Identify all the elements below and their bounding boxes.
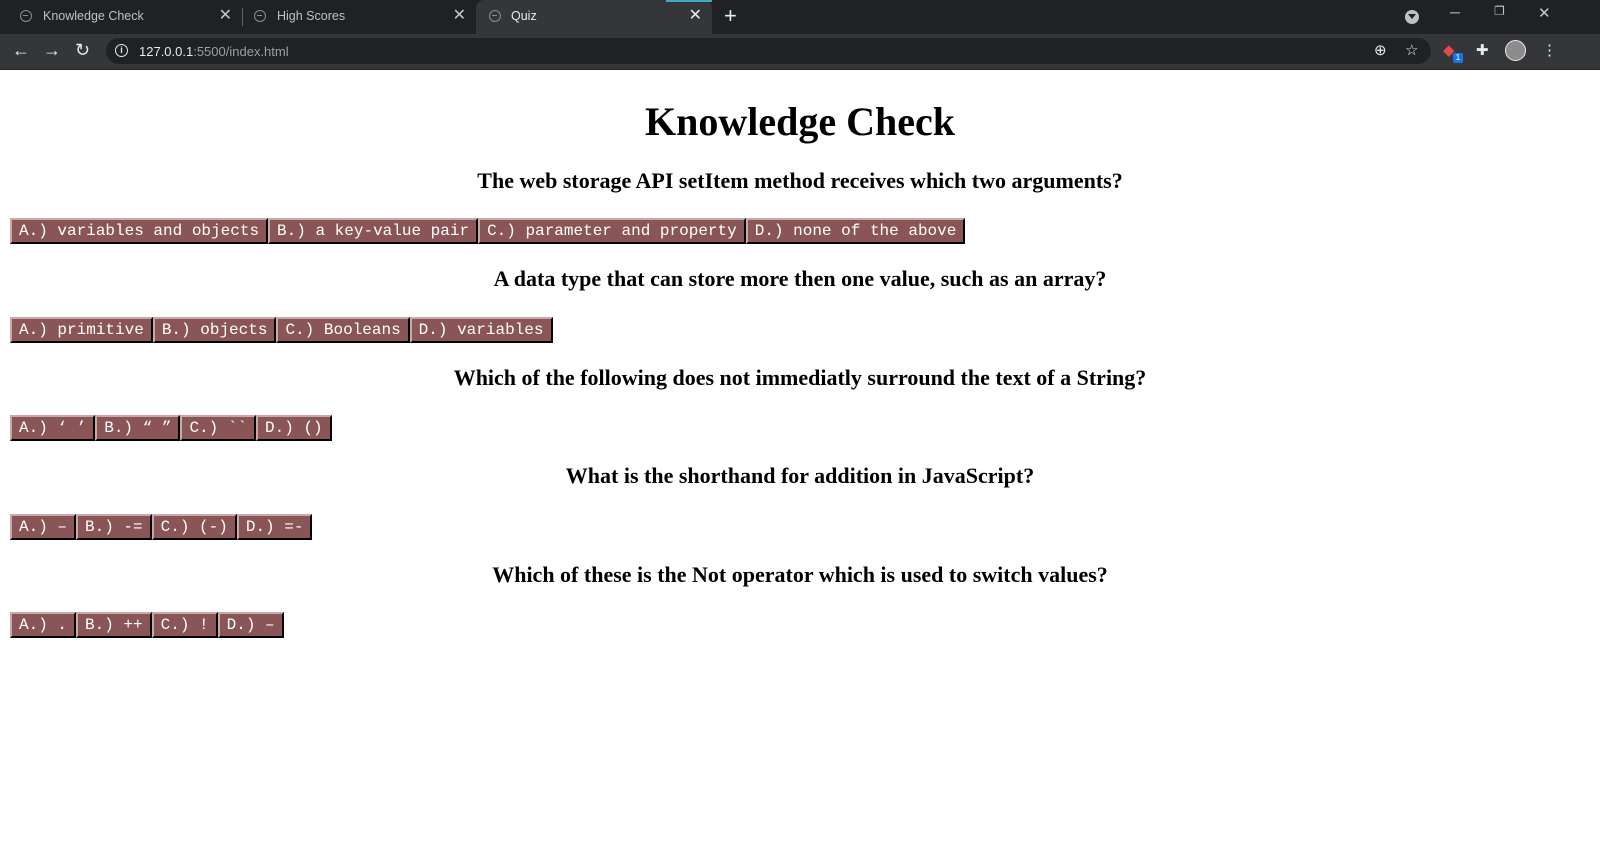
tab-loading-indicator xyxy=(666,0,712,2)
page-content: Knowledge Check The web storage API setI… xyxy=(0,70,1600,859)
tab-high-scores[interactable]: High Scores ✕ xyxy=(234,0,476,34)
answer-group-3: A.) ‘ ’ B.) “ ” C.) `` D.) () xyxy=(10,415,332,441)
answer-button[interactable]: B.) objects xyxy=(152,317,277,343)
forward-arrow-icon[interactable]: → xyxy=(43,40,61,60)
question-2: A data type that can store more then one… xyxy=(493,266,1107,291)
extension-badge: 1 xyxy=(1453,53,1463,63)
restore-icon[interactable]: ❐ xyxy=(1494,4,1505,18)
answer-button[interactable]: B.) -= xyxy=(76,514,152,540)
zoom-icon[interactable]: ⊕ xyxy=(1374,42,1387,60)
answer-button[interactable]: D.) =- xyxy=(236,514,313,540)
tab-search-icon[interactable] xyxy=(1405,10,1419,24)
back-arrow-icon[interactable]: ← xyxy=(12,40,30,60)
answer-button[interactable]: A.) . xyxy=(10,612,77,638)
star-icon[interactable]: ☆ xyxy=(1405,42,1418,60)
answer-button[interactable]: D.) – xyxy=(217,612,284,638)
answer-button[interactable]: C.) `` xyxy=(180,415,257,441)
address-bar[interactable]: i 127.0.0.1:5500/index.html xyxy=(106,38,1431,64)
puzzle-icon[interactable]: ✚ xyxy=(1476,42,1489,60)
answer-button[interactable]: C.) ! xyxy=(151,612,218,638)
answer-button[interactable]: B.) “ ” xyxy=(95,415,181,441)
tab-title: Knowledge Check xyxy=(43,9,144,23)
answer-button[interactable]: A.) primitive xyxy=(10,317,153,343)
close-icon[interactable]: ✕ xyxy=(689,7,702,25)
page-title: Knowledge Check xyxy=(645,99,955,144)
answer-button[interactable]: C.) Booleans xyxy=(276,317,410,343)
answer-button[interactable]: C.) parameter and property xyxy=(478,218,746,244)
tab-title: Quiz xyxy=(511,9,537,23)
answer-group-4: A.) – B.) -= C.) (-) D.) =- xyxy=(10,514,313,540)
url-text[interactable]: 127.0.0.1:5500/index.html xyxy=(139,44,289,59)
avatar[interactable] xyxy=(1505,40,1526,61)
reload-icon[interactable]: ↻ xyxy=(75,40,90,60)
globe-icon xyxy=(489,10,501,22)
answer-button[interactable]: D.) none of the above xyxy=(745,218,966,244)
question-4: What is the shorthand for addition in Ja… xyxy=(565,463,1035,488)
answer-button[interactable]: C.) (-) xyxy=(151,514,237,540)
answer-button[interactable]: D.) () xyxy=(256,415,332,441)
info-icon[interactable]: i xyxy=(115,44,128,57)
tab-title: High Scores xyxy=(277,9,346,23)
new-tab-icon[interactable]: + xyxy=(724,4,737,28)
tab-strip: Knowledge Check ✕ High Scores ✕ Quiz ✕ +… xyxy=(0,0,1600,34)
answer-button[interactable]: A.) variables and objects xyxy=(10,218,269,244)
close-icon[interactable]: ✕ xyxy=(219,7,232,25)
answer-group-2: A.) primitive B.) objects C.) Booleans D… xyxy=(10,317,553,343)
answer-button[interactable]: D.) variables xyxy=(409,317,553,343)
tab-knowledge-check[interactable]: Knowledge Check ✕ xyxy=(0,0,242,34)
question-5: Which of these is the Not operator which… xyxy=(492,562,1108,587)
question-3: Which of the following does not immediat… xyxy=(453,365,1147,390)
menu-dots-icon[interactable]: ⋮ xyxy=(1542,42,1557,60)
globe-icon xyxy=(254,10,266,22)
minimize-icon[interactable]: ─ xyxy=(1450,4,1460,20)
answer-button[interactable]: A.) – xyxy=(10,514,77,540)
window-close-icon[interactable]: ✕ xyxy=(1538,4,1551,22)
globe-icon xyxy=(20,10,32,22)
answer-button[interactable]: B.) a key-value pair xyxy=(268,218,479,244)
answer-group-5: A.) . B.) ++ C.) ! D.) – xyxy=(10,612,284,638)
close-icon[interactable]: ✕ xyxy=(453,7,466,25)
answer-group-1: A.) variables and objects B.) a key-valu… xyxy=(10,218,966,244)
answer-button[interactable]: B.) ++ xyxy=(76,612,152,638)
browser-toolbar: ← → ↻ i 127.0.0.1:5500/index.html ⊕ ☆ ◆ … xyxy=(0,34,1600,70)
tab-quiz[interactable]: Quiz ✕ xyxy=(476,0,712,34)
question-1: The web storage API setItem method recei… xyxy=(477,168,1123,193)
answer-button[interactable]: A.) ‘ ’ xyxy=(10,415,96,441)
